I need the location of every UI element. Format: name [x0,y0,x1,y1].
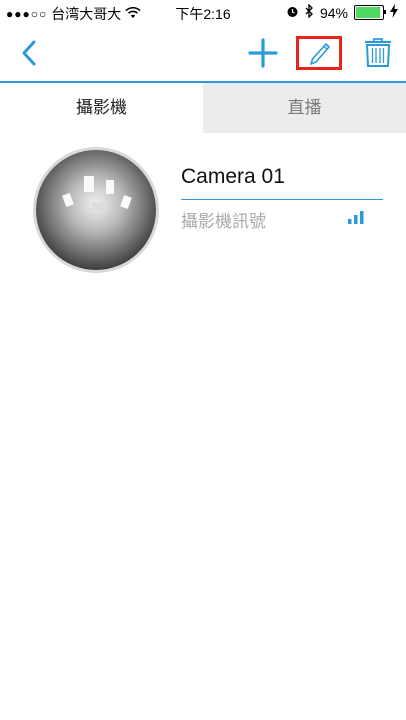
fisheye-camera-thumbnail[interactable] [36,150,156,270]
battery-fill [356,7,381,18]
tab-camera[interactable]: 攝影機 [0,83,203,133]
edit-button[interactable] [296,36,342,70]
camera-signal-label: 攝影機訊號 [181,212,266,231]
battery-tip [384,10,386,14]
battery-percent: 94% [319,4,348,21]
camera-list-item[interactable] [0,140,406,270]
back-chevron-icon[interactable] [22,40,36,66]
add-icon[interactable] [248,38,278,68]
camera-name[interactable]: Camera 01 [181,165,285,189]
status-right: 94% [286,3,398,21]
bluetooth-icon [305,3,314,21]
camera-name-underline [181,199,383,200]
alarm-icon [286,5,299,21]
status-bar: ●●●○○ 台湾大哥大 下午2:16 94% [0,0,406,26]
charging-icon [390,4,398,21]
nav-bar [0,26,406,80]
tab-bar: 攝影機 直播 [0,83,406,133]
battery-icon [354,5,386,20]
pencil-edit-icon [310,43,330,65]
tab-live[interactable]: 直播 [203,83,406,133]
trash-icon[interactable] [364,37,392,67]
signal-strength-icon [348,211,364,224]
